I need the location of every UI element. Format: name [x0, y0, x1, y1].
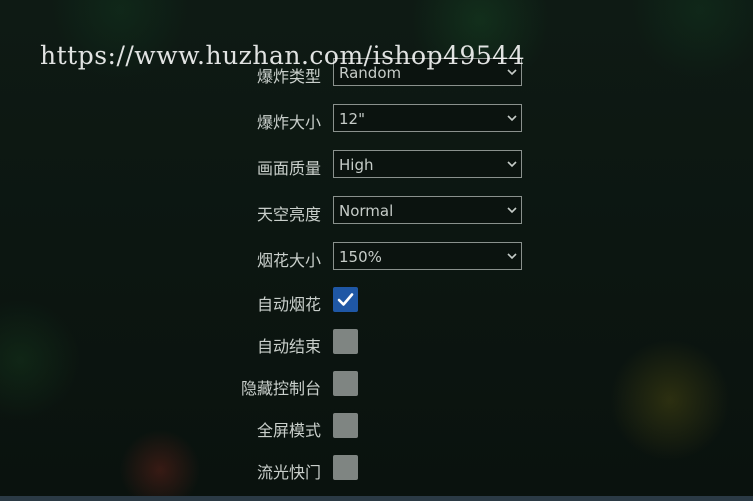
chevron-down-icon: [507, 253, 517, 260]
burst-size-value: 12": [339, 110, 365, 128]
burst-size-label: 爆炸大小: [256, 113, 321, 132]
auto-fireworks-checkbox[interactable]: [333, 287, 358, 312]
chevron-down-icon: [507, 115, 517, 122]
row-hide-controls: 隐藏控制台: [0, 370, 753, 400]
watermark-url: https://www.huzhan.com/ishop49544: [40, 41, 526, 70]
hide-controls-label: 隐藏控制台: [240, 379, 321, 398]
checkmark-icon: [337, 293, 354, 306]
row-burst-size: 爆炸大小 12": [0, 104, 753, 134]
auto-fireworks-label: 自动烟花: [256, 295, 321, 314]
quality-value: High: [339, 156, 374, 174]
shutter-label: 流光快门: [256, 463, 321, 482]
fullscreen-label: 全屏模式: [256, 421, 321, 440]
fullscreen-checkbox[interactable]: [333, 413, 358, 438]
sky-brightness-select[interactable]: Normal: [333, 196, 522, 224]
quality-label: 画面质量: [256, 159, 321, 178]
bottom-bar: [0, 496, 753, 501]
row-quality: 画面质量 High: [0, 150, 753, 180]
row-auto-fireworks: 自动烟花: [0, 286, 753, 316]
firework-size-select[interactable]: 150%: [333, 242, 522, 270]
hide-controls-checkbox[interactable]: [333, 371, 358, 396]
firework-size-value: 150%: [339, 248, 382, 266]
sky-brightness-label: 天空亮度: [256, 205, 321, 224]
sky-brightness-value: Normal: [339, 202, 394, 220]
chevron-down-icon: [507, 207, 517, 214]
row-sky-brightness: 天空亮度 Normal: [0, 196, 753, 226]
row-auto-end: 自动结束: [0, 328, 753, 358]
chevron-down-icon: [507, 161, 517, 168]
row-firework-size: 烟花大小 150%: [0, 242, 753, 272]
firework-size-label: 烟花大小: [256, 251, 321, 270]
row-shutter: 流光快门: [0, 454, 753, 484]
quality-select[interactable]: High: [333, 150, 522, 178]
auto-end-label: 自动结束: [256, 337, 321, 356]
shutter-checkbox[interactable]: [333, 455, 358, 480]
auto-end-checkbox[interactable]: [333, 329, 358, 354]
row-fullscreen: 全屏模式: [0, 412, 753, 442]
burst-size-select[interactable]: 12": [333, 104, 522, 132]
